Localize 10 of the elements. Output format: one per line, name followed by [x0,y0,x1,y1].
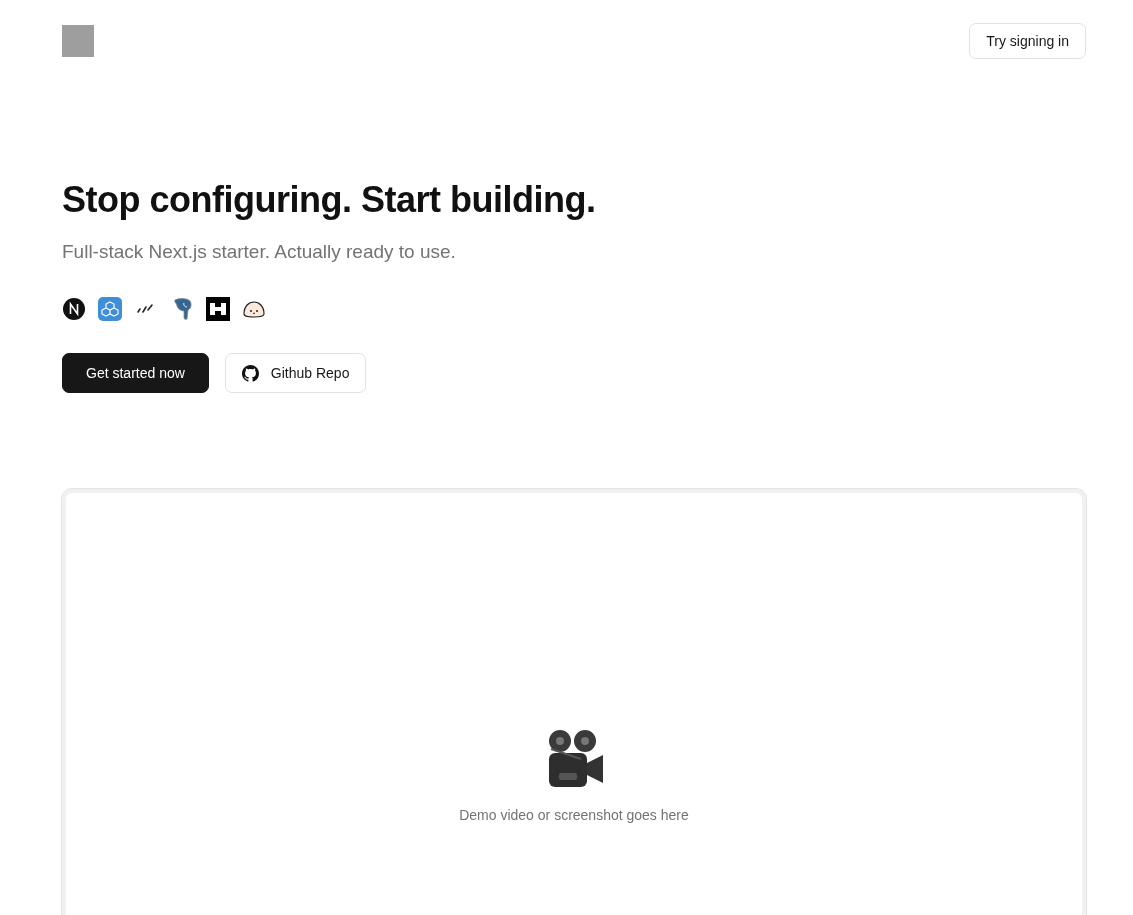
get-started-button[interactable]: Get started now [62,353,209,393]
github-icon [241,364,259,382]
sign-in-button[interactable]: Try signing in [969,23,1086,59]
square-logo-icon [206,297,230,321]
letter-n-icon [62,297,86,321]
logo [62,25,94,57]
github-button[interactable]: Github Repo [224,353,367,393]
hero-subtitle: Full-stack Next.js starter. Actually ready to use. [62,241,457,263]
hero-title: Stop configuring. Start building. [62,179,597,221]
demo-caption: Demo video or screenshot goes here [459,807,689,823]
